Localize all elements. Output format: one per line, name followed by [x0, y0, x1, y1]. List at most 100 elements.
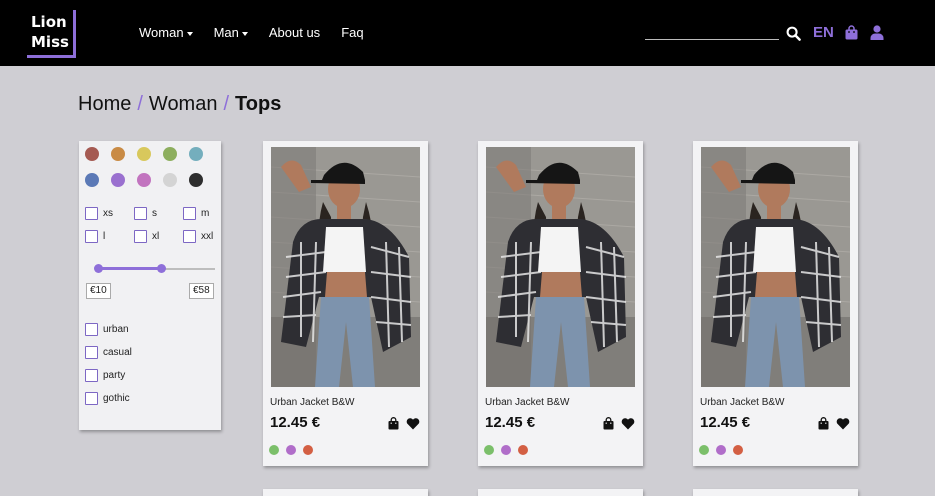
caret-down-icon [241, 31, 248, 36]
user-icon[interactable] [870, 25, 884, 40]
size-option-xxl[interactable]: xxl [183, 230, 223, 243]
style-option-party[interactable]: party [85, 369, 132, 382]
product-image[interactable] [271, 147, 420, 387]
breadcrumb-home[interactable]: Home [78, 93, 131, 115]
brand-logo[interactable]: Lion Miss [27, 10, 76, 58]
color-swatch[interactable] [137, 147, 151, 161]
heart-icon[interactable] [621, 417, 635, 430]
product-photo-illustration [271, 147, 420, 387]
color-filter [85, 147, 203, 187]
nav-item-faq[interactable]: Faq [341, 25, 363, 40]
product-color-options [269, 445, 313, 455]
checkbox[interactable] [85, 392, 98, 405]
heart-icon[interactable] [836, 417, 850, 430]
product-card[interactable] [478, 489, 643, 496]
product-image[interactable] [486, 147, 635, 387]
product-name[interactable]: Urban Jacket B&W [485, 397, 569, 408]
size-label: xxl [201, 231, 214, 242]
checkbox[interactable] [183, 230, 196, 243]
shopping-bag-icon[interactable] [845, 25, 858, 40]
checkbox[interactable] [134, 207, 147, 220]
nav-item-label: Woman [139, 25, 184, 40]
checkbox[interactable] [183, 207, 196, 220]
product-color-dot[interactable] [518, 445, 528, 455]
color-swatch[interactable] [137, 173, 151, 187]
color-swatch[interactable] [111, 147, 125, 161]
product-name[interactable]: Urban Jacket B&W [270, 397, 354, 408]
product-color-options [699, 445, 743, 455]
size-option-l[interactable]: l [85, 230, 134, 243]
product-image[interactable] [701, 147, 850, 387]
product-color-dot[interactable] [501, 445, 511, 455]
search-underline [645, 39, 779, 40]
price-min-value: €10 [86, 283, 111, 299]
checkbox[interactable] [85, 207, 98, 220]
color-swatch[interactable] [85, 173, 99, 187]
product-color-dot[interactable] [733, 445, 743, 455]
style-option-urban[interactable]: urban [85, 323, 132, 336]
size-label: l [103, 231, 106, 242]
product-name[interactable]: Urban Jacket B&W [700, 397, 784, 408]
size-label: xs [103, 208, 113, 219]
color-swatch[interactable] [111, 173, 125, 187]
size-label: xl [152, 231, 160, 242]
style-filter: urban casual party gothic [85, 323, 132, 405]
color-swatch[interactable] [189, 147, 203, 161]
product-card[interactable] [693, 489, 858, 496]
breadcrumb-separator: / [137, 93, 143, 115]
product-card[interactable] [263, 489, 428, 496]
checkbox[interactable] [85, 323, 98, 336]
color-swatch[interactable] [163, 147, 177, 161]
size-option-s[interactable]: s [134, 207, 183, 220]
price-range-max-handle[interactable] [157, 264, 166, 273]
product-card[interactable]: Urban Jacket B&W 12.45 € [478, 141, 643, 466]
style-label: urban [103, 324, 129, 335]
checkbox[interactable] [134, 230, 147, 243]
search-icon[interactable] [786, 26, 801, 41]
color-swatch[interactable] [163, 173, 177, 187]
brand-logo-line1: Lion [31, 13, 67, 31]
style-option-casual[interactable]: casual [85, 346, 132, 359]
product-card[interactable]: Urban Jacket B&W 12.45 € [693, 141, 858, 466]
product-price: 12.45 € [270, 414, 321, 431]
product-price: 12.45 € [485, 414, 536, 431]
size-option-xs[interactable]: xs [85, 207, 134, 220]
breadcrumb-woman[interactable]: Woman [149, 93, 218, 115]
heart-icon[interactable] [406, 417, 420, 430]
price-range-min-handle[interactable] [94, 264, 103, 273]
add-to-bag-icon[interactable] [388, 417, 399, 430]
product-color-dot[interactable] [286, 445, 296, 455]
size-label: s [152, 208, 157, 219]
language-switch[interactable]: EN [813, 24, 834, 41]
top-navbar: Lion Miss Woman Man About us Faq EN [0, 0, 935, 66]
add-to-bag-icon[interactable] [818, 417, 829, 430]
color-swatch[interactable] [85, 147, 99, 161]
product-color-dot[interactable] [303, 445, 313, 455]
add-to-bag-icon[interactable] [603, 417, 614, 430]
nav-item-man[interactable]: Man [214, 25, 248, 40]
style-label: casual [103, 347, 132, 358]
color-swatch[interactable] [189, 173, 203, 187]
product-color-dot[interactable] [269, 445, 279, 455]
size-option-xl[interactable]: xl [134, 230, 183, 243]
nav-item-label: About us [268, 25, 321, 40]
nav-item-woman[interactable]: Woman [139, 25, 193, 40]
style-label: gothic [103, 393, 130, 404]
product-photo-illustration [701, 147, 850, 387]
product-color-dot[interactable] [716, 445, 726, 455]
brand-logo-line2: Miss [31, 33, 69, 51]
checkbox[interactable] [85, 346, 98, 359]
product-photo-illustration [486, 147, 635, 387]
nav-item-about-us[interactable]: About us [269, 25, 320, 40]
product-card[interactable]: Urban Jacket B&W 12.45 € [263, 141, 428, 466]
price-max-value: €58 [189, 283, 214, 299]
product-color-dot[interactable] [484, 445, 494, 455]
style-option-gothic[interactable]: gothic [85, 392, 132, 405]
size-option-m[interactable]: m [183, 207, 223, 220]
checkbox[interactable] [85, 230, 98, 243]
breadcrumb-current: Tops [235, 93, 282, 115]
search-input[interactable] [645, 24, 779, 40]
product-color-dot[interactable] [699, 445, 709, 455]
filter-panel: xs s m l xl xxl €10 €58 urban casual par… [79, 141, 221, 430]
checkbox[interactable] [85, 369, 98, 382]
